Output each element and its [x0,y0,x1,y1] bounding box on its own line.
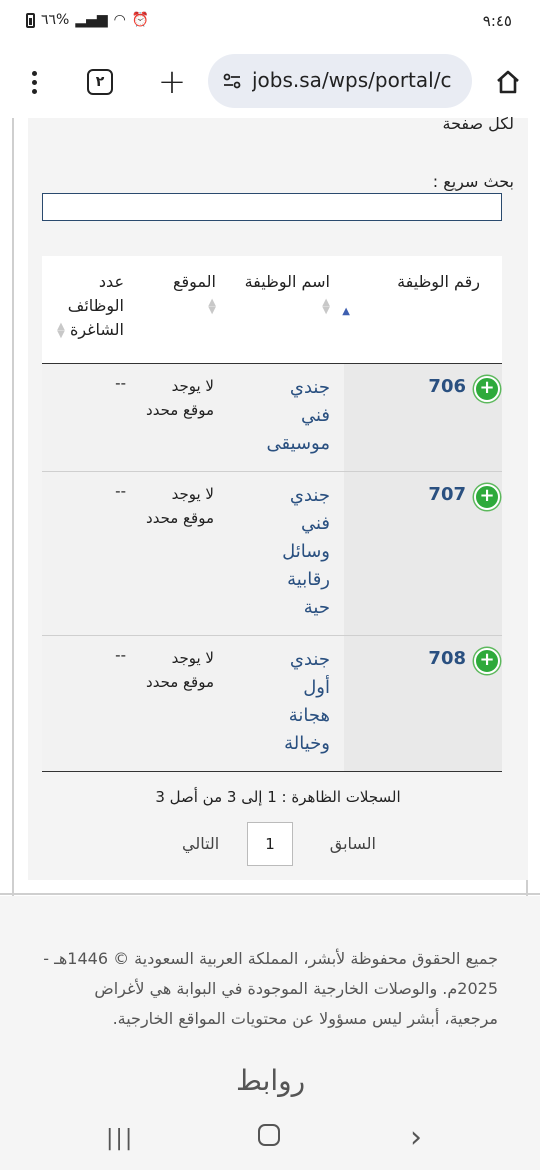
job-name-link[interactable]: جندي أول هجانة وخيالة [260,646,330,758]
job-location: لا يوجد موقع محدد [146,377,214,419]
status-icons: ٦٦% ▂▄▆ ◠ ⏰ [26,12,149,28]
header-job-number[interactable]: رقم الوظيفة ▲ [342,270,480,317]
content-frame: لكل صفحة بحث سريع : رقم الوظيفة ▲ اسم ال… [12,114,528,896]
battery-level: ٦٦% [41,12,70,28]
sort-icon: ▲ ▼ [208,296,216,316]
new-tab-plus-icon[interactable]: + [152,62,192,102]
url-text: jobs.sa/wps/portal/c [252,68,452,92]
site-settings-icon[interactable] [222,71,242,91]
job-name-link[interactable]: جندي فني موسيقى [260,374,330,458]
tab-count: ٢ [87,69,113,95]
page-content: لكل صفحة بحث سريع : رقم الوظيفة ▲ اسم ال… [0,114,540,896]
job-vacancies: -- [115,646,126,664]
expand-row-icon[interactable]: + [474,484,500,510]
sort-ascending-icon: ▲ [342,306,350,317]
job-number: 707 [428,484,466,505]
tab-switcher-button[interactable]: ٢ [80,62,120,102]
wifi-icon: ◠ [113,12,126,28]
home-nav-icon[interactable] [258,1124,280,1146]
address-bar[interactable]: jobs.sa/wps/portal/c [208,54,472,108]
job-number: 706 [428,376,466,397]
signal-icon: ▂▄▆ [75,12,108,28]
job-vacancies: -- [115,374,126,392]
quick-search-label: بحث سريع : [432,172,514,191]
battery-icon [26,12,35,28]
job-location: لا يوجد موقع محدد [146,649,214,691]
table-row: + 708 جندي أول هجانة وخيالة لا يوجد موقع… [42,636,502,772]
status-bar: ٦٦% ▂▄▆ ◠ ⏰ ٩:٤٥ [0,0,540,46]
per-page-label: لكل صفحة [442,114,515,133]
next-page-link[interactable]: التالي [182,834,219,853]
system-nav-bar: ||| › [0,1106,540,1170]
expand-row-icon[interactable]: + [474,648,500,674]
recents-icon[interactable]: ||| [106,1126,134,1151]
job-number: 708 [428,648,466,669]
clock: ٩:٤٥ [482,12,512,30]
expand-row-icon[interactable]: + [474,376,500,402]
job-location: لا يوجد موقع محدد [146,485,214,527]
page-number-button[interactable]: 1 [247,822,293,866]
sort-icon: ▲ ▼ [322,296,330,316]
footer: جميع الحقوق محفوظة لأبشر، المملكة العربي… [0,896,540,1106]
job-vacancies: -- [115,482,126,500]
home-icon[interactable] [488,62,528,102]
quick-search-input[interactable] [42,193,502,221]
jobs-panel: لكل صفحة بحث سريع : رقم الوظيفة ▲ اسم ال… [28,114,528,880]
back-icon[interactable]: › [410,1120,422,1155]
jobs-table: رقم الوظيفة ▲ اسم الوظيفة ▲ ▼ الموقع ▲ ▼ ع… [42,256,502,772]
divider [0,893,540,895]
sort-icon: ▲ ▼ [57,320,65,340]
header-location[interactable]: الموقع ▲ ▼ [136,270,216,318]
browser-toolbar: ٢ + jobs.sa/wps/portal/c [0,46,540,118]
records-info: السجلات الظاهرة : 1 إلى 3 من أصل 3 [155,788,401,806]
table-header: رقم الوظيفة ▲ اسم الوظيفة ▲ ▼ الموقع ▲ ▼ ع… [42,256,502,364]
copyright-text: جميع الحقوق محفوظة لأبشر، المملكة العربي… [43,949,498,1028]
table-row: + 706 جندي فني موسيقى لا يوجد موقع محدد … [42,364,502,472]
alarm-icon: ⏰ [131,12,150,28]
menu-dots-icon[interactable] [14,62,54,102]
job-name-link[interactable]: جندي فني وسائل رقابية حية [260,482,330,622]
prev-page-link[interactable]: السابق [330,834,376,853]
header-job-name[interactable]: اسم الوظيفة ▲ ▼ [240,270,330,318]
pagination: السابق 1 التالي [28,822,528,866]
links-heading: روابط [236,1064,306,1097]
header-vacancies[interactable]: عدد الوظائف الشاغرة ▲ ▼ [44,270,124,342]
table-row: + 707 جندي فني وسائل رقابية حية لا يوجد … [42,472,502,636]
